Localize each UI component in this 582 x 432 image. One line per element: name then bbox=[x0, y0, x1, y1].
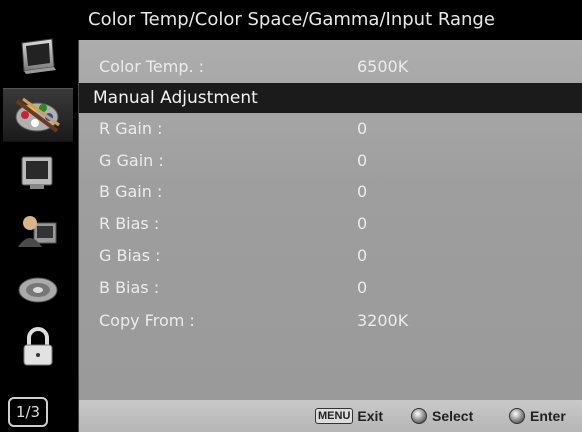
page-indicator[interactable]: 1/3 bbox=[8, 397, 48, 427]
r-gain-label: R Gain : bbox=[99, 119, 163, 138]
footer-hints: MENU Exit Select Enter bbox=[78, 400, 582, 432]
g-bias-label: G Bias : bbox=[99, 246, 161, 265]
color-temp-label: Color Temp. : bbox=[99, 57, 205, 76]
manual-adjustment-header: Manual Adjustment bbox=[79, 83, 582, 113]
settings-panel: Color Temp. : 6500K Manual Adjustment R … bbox=[78, 40, 582, 400]
jog-press-icon bbox=[509, 408, 525, 424]
enter-hint[interactable]: Enter bbox=[509, 400, 566, 432]
monitor-icon bbox=[16, 37, 60, 77]
sidebar-item-audio[interactable] bbox=[3, 262, 73, 316]
b-gain-row[interactable]: B Gain : 0 bbox=[79, 177, 582, 207]
palette-icon bbox=[13, 95, 63, 135]
audio-disc-icon bbox=[16, 269, 60, 309]
color-temp-row[interactable]: Color Temp. : 6500K bbox=[79, 52, 582, 82]
g-gain-label: G Gain : bbox=[99, 151, 164, 170]
sidebar-item-picture[interactable] bbox=[3, 146, 73, 200]
sidebar-item-lock[interactable] bbox=[3, 320, 73, 374]
r-gain-row[interactable]: R Gain : 0 bbox=[79, 114, 582, 144]
g-bias-value: 0 bbox=[357, 246, 368, 265]
r-bias-label: R Bias : bbox=[99, 214, 160, 233]
user-settings-icon bbox=[16, 211, 60, 251]
menu-key-icon: MENU bbox=[315, 408, 354, 424]
r-bias-row[interactable]: R Bias : 0 bbox=[79, 209, 582, 239]
sidebar-item-user[interactable] bbox=[3, 204, 73, 258]
b-bias-label: B Bias : bbox=[99, 278, 160, 297]
exit-hint[interactable]: MENU Exit bbox=[315, 400, 383, 432]
r-bias-value: 0 bbox=[357, 214, 368, 233]
g-gain-row[interactable]: G Gain : 0 bbox=[79, 146, 582, 176]
g-gain-value: 0 bbox=[357, 151, 368, 170]
b-bias-value: 0 bbox=[357, 278, 368, 297]
g-bias-row[interactable]: G Bias : 0 bbox=[79, 241, 582, 271]
osd-menu: 1/3 Color Temp/Color Space/Gamma/Input R… bbox=[0, 0, 582, 432]
sidebar: 1/3 bbox=[0, 0, 78, 432]
b-gain-value: 0 bbox=[357, 182, 368, 201]
copy-from-label: Copy From : bbox=[99, 311, 195, 330]
enter-label: Enter bbox=[530, 408, 566, 424]
picture-icon bbox=[18, 153, 58, 193]
r-gain-value: 0 bbox=[357, 119, 368, 138]
copy-from-row[interactable]: Copy From : 3200K bbox=[79, 306, 582, 336]
jog-dial-icon bbox=[411, 408, 427, 424]
b-gain-label: B Gain : bbox=[99, 182, 163, 201]
exit-label: Exit bbox=[357, 408, 384, 424]
page-title: Color Temp/Color Space/Gamma/Input Range bbox=[78, 0, 582, 40]
sidebar-item-display[interactable] bbox=[3, 30, 73, 84]
lock-icon bbox=[18, 325, 58, 369]
copy-from-value: 3200K bbox=[357, 311, 409, 330]
select-label: Select bbox=[432, 408, 474, 424]
b-bias-row[interactable]: B Bias : 0 bbox=[79, 273, 582, 303]
select-hint[interactable]: Select bbox=[411, 400, 473, 432]
section-title: Manual Adjustment bbox=[93, 88, 258, 108]
sidebar-item-color[interactable] bbox=[3, 88, 73, 142]
color-temp-value: 6500K bbox=[357, 57, 409, 76]
